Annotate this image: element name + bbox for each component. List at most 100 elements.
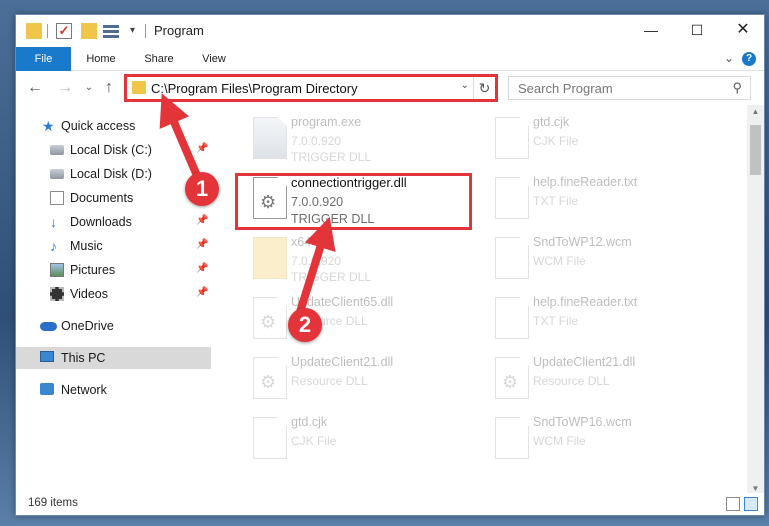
file-type: Resource DLL	[291, 374, 368, 388]
up-button[interactable]: ↑	[100, 78, 118, 98]
file-icon	[495, 237, 529, 279]
disk-icon	[50, 145, 64, 155]
forward-button[interactable]: →	[56, 78, 74, 98]
sidebar-item-onedrive[interactable]: OneDrive	[16, 315, 211, 337]
file-name: program.exe	[291, 115, 362, 129]
file-tile[interactable]: help.fineReader.txt TXT File	[483, 293, 723, 349]
documents-icon	[50, 191, 64, 205]
tiles-view-icon[interactable]	[744, 497, 758, 511]
minimize-button[interactable]: —	[628, 15, 674, 47]
sidebar-item-music[interactable]: ♪ Music 📌	[16, 235, 211, 257]
pin-icon[interactable]: 📌	[196, 215, 208, 226]
file-explorer-window: ✓ ▾ Program — ☐ ✕ File Home Share View ⌄…	[15, 14, 765, 516]
file-icon	[495, 117, 529, 159]
expand-ribbon-icon[interactable]: ⌄	[724, 51, 734, 65]
file-icon	[495, 417, 529, 459]
sidebar-item-network[interactable]: Network	[16, 379, 211, 401]
disk-icon	[50, 169, 64, 179]
back-button[interactable]: ←	[26, 78, 44, 98]
address-bar-highlight	[124, 74, 498, 102]
properties-check-icon[interactable]: ✓	[56, 23, 72, 39]
file-list: program.exe 7.0.0.920 TRIGGER DLL gtd.cj…	[223, 105, 745, 495]
file-highlight-box	[235, 173, 472, 230]
tab-home[interactable]: Home	[76, 47, 126, 71]
new-folder-icon[interactable]	[81, 23, 97, 39]
sidebar-item-label: Videos	[70, 287, 108, 301]
scrollbar-thumb[interactable]	[750, 125, 761, 175]
exe-icon	[253, 117, 287, 159]
item-count: 169 items	[28, 497, 78, 509]
folder-icon[interactable]	[26, 23, 42, 39]
file-type: CJK File	[533, 134, 579, 148]
pin-icon[interactable]: 📌	[196, 239, 208, 250]
file-tile[interactable]: help.fineReader.txt TXT File	[483, 173, 723, 229]
file-tile[interactable]: UpdateClient65.dll Resource DLL	[241, 293, 481, 349]
customize-toolbar-dropdown[interactable]: ▾	[130, 23, 140, 39]
scroll-down-icon[interactable]: ▼	[747, 484, 764, 493]
file-icon	[495, 177, 529, 219]
view-properties-icon[interactable]	[103, 23, 119, 39]
sidebar-item-local-disk-d[interactable]: Local Disk (D:)	[16, 163, 211, 185]
vertical-scrollbar[interactable]: ▲ ▼	[747, 105, 764, 495]
recent-locations-button[interactable]: ⌄	[80, 78, 98, 98]
file-version: 7.0.0.920	[291, 254, 342, 268]
file-tile[interactable]: x64 7.0.0.920 TRIGGER DLL	[241, 233, 481, 289]
search-placeholder: Search Program	[518, 81, 613, 96]
search-icon[interactable]: ⚲	[732, 80, 742, 96]
computer-icon	[40, 351, 54, 362]
sidebar-item-label: Documents	[70, 191, 134, 205]
tab-view[interactable]: View	[192, 47, 236, 71]
maximize-button[interactable]: ☐	[674, 15, 720, 47]
pin-icon[interactable]: 📌	[196, 143, 208, 154]
sidebar-item-label: Pictures	[70, 263, 116, 277]
title-bar: ✓ ▾ Program — ☐ ✕	[16, 15, 764, 47]
step-1-badge: 1	[185, 172, 219, 206]
tab-file[interactable]: File	[16, 47, 71, 71]
ribbon-tabs: File Home Share View ⌄ ?	[16, 47, 764, 71]
dll-gear-icon	[495, 357, 529, 399]
file-tile[interactable]: gtd.cjk CJK File	[241, 413, 481, 469]
sidebar-item-label: This PC	[61, 351, 106, 365]
sidebar-item-this-pc[interactable]: This PC	[16, 347, 211, 369]
sidebar-item-videos[interactable]: Videos 📌	[16, 283, 211, 305]
file-name: SndToWP12.wcm	[533, 235, 632, 249]
file-tile[interactable]: UpdateClient21.dll Resource DLL	[483, 353, 723, 409]
close-button[interactable]: ✕	[720, 15, 766, 47]
search-input[interactable]: Search Program ⚲	[508, 76, 751, 100]
sidebar-item-label: Music	[70, 239, 103, 253]
sidebar-item-local-disk-c[interactable]: Local Disk (C:) 📌	[16, 139, 211, 161]
help-icon[interactable]: ?	[742, 52, 756, 66]
sidebar-item-label: Downloads	[70, 215, 132, 229]
file-type: TRIGGER DLL	[291, 150, 372, 164]
sidebar-item-label: Local Disk (C:)	[70, 143, 152, 157]
window-title: Program	[154, 23, 204, 38]
file-tile[interactable]: SndToWP12.wcm WCM File	[483, 233, 723, 289]
sidebar-item-documents[interactable]: Documents	[16, 187, 211, 209]
sidebar-item-quick-access[interactable]: ★ Quick access	[16, 115, 211, 137]
file-type: CJK File	[291, 434, 337, 448]
sidebar-item-downloads[interactable]: ↓ Downloads 📌	[16, 211, 211, 233]
file-tile[interactable]: program.exe 7.0.0.920 TRIGGER DLL	[241, 113, 481, 169]
tab-share[interactable]: Share	[134, 47, 184, 71]
pin-icon[interactable]: 📌	[196, 263, 208, 274]
toolbar-separator	[47, 24, 48, 38]
file-name: gtd.cjk	[291, 415, 328, 429]
music-icon: ♪	[50, 238, 57, 254]
file-type: WCM File	[533, 434, 586, 448]
status-bar: 169 items	[16, 493, 764, 515]
navigation-pane: ★ Quick access Local Disk (C:) 📌 Local D…	[16, 105, 216, 495]
file-tile[interactable]: gtd.cjk CJK File	[483, 113, 723, 169]
file-type: WCM File	[533, 254, 586, 268]
navigation-bar: ← → ⌄ ↑ C:\Program Files\Program Directo…	[16, 72, 764, 104]
network-icon	[40, 383, 54, 395]
sidebar-item-pictures[interactable]: Pictures 📌	[16, 259, 211, 281]
file-name: x64	[291, 235, 312, 249]
details-view-icon[interactable]	[726, 497, 740, 511]
file-tile[interactable]: UpdateClient21.dll Resource DLL	[241, 353, 481, 409]
step-2-badge: 2	[288, 308, 322, 342]
pin-icon[interactable]: 📌	[196, 287, 208, 298]
scroll-up-icon[interactable]: ▲	[747, 107, 764, 116]
file-tile[interactable]: SndToWP16.wcm WCM File	[483, 413, 723, 469]
file-name: UpdateClient21.dll	[533, 355, 636, 369]
file-version: 7.0.0.920	[291, 134, 342, 148]
